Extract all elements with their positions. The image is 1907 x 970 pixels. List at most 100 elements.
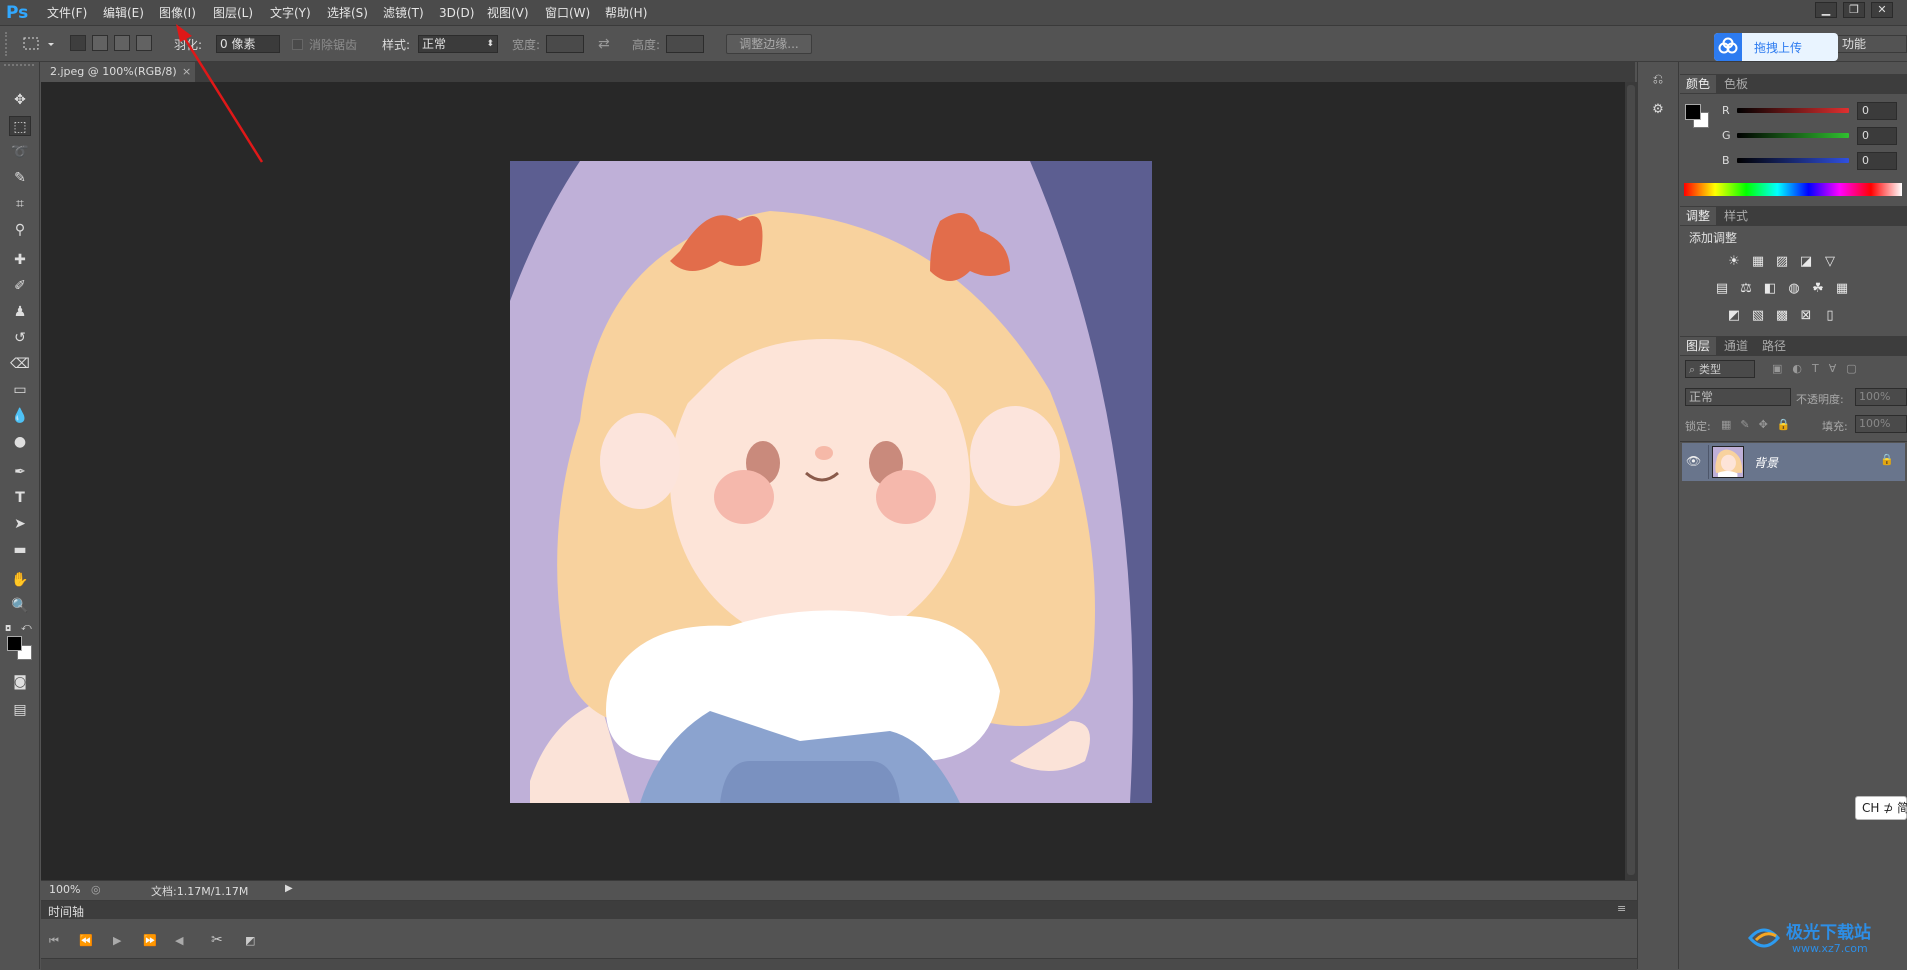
style-select[interactable]: 正常 ⬍ (418, 35, 498, 53)
menu-window[interactable]: 窗口(W) (545, 4, 590, 22)
tab-color[interactable]: 颜色 (1680, 75, 1717, 93)
menu-filter[interactable]: 滤镜(T) (383, 4, 424, 22)
color-panel-foreground-swatch[interactable] (1685, 104, 1701, 120)
layer-filter-select[interactable]: ⌕ 类型 (1685, 360, 1755, 378)
menu-3d[interactable]: 3D(D) (439, 4, 474, 22)
split-icon[interactable]: ✂ (211, 932, 223, 948)
brightness-contrast-icon[interactable]: ☀ (1726, 255, 1742, 269)
add-selection-mode-icon[interactable] (92, 35, 108, 51)
color-spectrum-ramp[interactable] (1684, 183, 1902, 196)
type-tool-icon[interactable]: T (9, 488, 31, 508)
baidu-upload-widget[interactable]: 拖拽上传 (1714, 33, 1838, 61)
hue-saturation-icon[interactable]: ▤ (1714, 282, 1730, 296)
gradient-map-icon[interactable]: ▯ (1822, 309, 1838, 323)
ime-indicator[interactable]: CH ⊅ 简 (1855, 796, 1907, 820)
channel-b-slider[interactable] (1737, 158, 1849, 163)
channel-g-slider[interactable] (1737, 133, 1849, 138)
invert-icon[interactable]: ◩ (1726, 309, 1742, 323)
first-frame-icon[interactable]: ⏮ (49, 934, 59, 948)
pen-tool-icon[interactable]: ✒ (9, 462, 31, 482)
timeline-menu-icon[interactable]: ≡ (1617, 902, 1626, 915)
channel-r-value[interactable]: 0 (1857, 102, 1897, 120)
height-input[interactable] (666, 35, 704, 53)
healing-brush-tool-icon[interactable]: ✚ (9, 250, 31, 270)
tab-channels[interactable]: 通道 (1718, 337, 1754, 355)
move-tool-icon[interactable]: ✥ (9, 90, 31, 110)
visibility-eye-icon[interactable]: 👁 (1686, 454, 1701, 468)
clone-stamp-tool-icon[interactable]: ♟ (9, 302, 31, 322)
channel-b-value[interactable]: 0 (1857, 152, 1897, 170)
play-icon[interactable]: ▶ (113, 934, 121, 947)
zoom-level[interactable]: 100% (49, 883, 80, 896)
tab-adjustments[interactable]: 调整 (1680, 207, 1717, 225)
quick-select-tool-icon[interactable]: ✎ (9, 168, 31, 188)
history-panel-icon[interactable]: ⎌ (1644, 72, 1672, 94)
close-window-button[interactable]: ✕ (1871, 2, 1893, 18)
tab-paths[interactable]: 路径 (1756, 337, 1792, 355)
history-brush-tool-icon[interactable]: ↺ (9, 328, 31, 348)
menu-edit[interactable]: 编辑(E) (103, 4, 144, 22)
transition-icon[interactable]: ◩ (245, 934, 255, 947)
menu-type[interactable]: 文字(Y) (270, 4, 311, 22)
tab-swatches[interactable]: 色板 (1718, 75, 1754, 93)
foreground-color-swatch[interactable] (7, 636, 22, 651)
gradient-tool-icon[interactable]: ▭ (9, 380, 31, 400)
swap-colors-icon[interactable]: ⤺ (21, 622, 32, 633)
default-colors-icon[interactable]: ◘ (5, 624, 15, 633)
threshold-icon[interactable]: ▩ (1774, 309, 1790, 323)
quick-mask-icon[interactable]: ◙ (9, 672, 31, 692)
layer-row[interactable]: 👁 背景 🔒 (1682, 443, 1905, 481)
dodge-tool-icon[interactable]: ● (9, 432, 31, 452)
tab-layers[interactable]: 图层 (1680, 337, 1717, 355)
new-selection-mode-icon[interactable] (70, 35, 86, 51)
menu-view[interactable]: 视图(V) (487, 4, 529, 22)
hand-tool-icon[interactable]: ✋ (9, 570, 31, 590)
intersect-selection-mode-icon[interactable] (136, 35, 152, 51)
channel-mixer-icon[interactable]: ☘ (1810, 282, 1826, 296)
menu-select[interactable]: 选择(S) (327, 4, 368, 22)
scrollbar-thumb[interactable] (1627, 85, 1635, 875)
restore-button[interactable]: ❐ (1843, 2, 1865, 18)
curves-icon[interactable]: ▨ (1774, 255, 1790, 269)
layer-name[interactable]: 背景 (1754, 454, 1778, 471)
width-input[interactable] (546, 35, 584, 53)
eraser-tool-icon[interactable]: ⌫ (9, 354, 31, 374)
tool-preset-picker[interactable] (20, 35, 58, 53)
levels-icon[interactable]: ▦ (1750, 255, 1766, 269)
document-image[interactable] (510, 161, 1152, 803)
crop-tool-icon[interactable]: ⌗ (9, 194, 31, 214)
next-frame-icon[interactable]: ⏩ (143, 934, 157, 947)
lock-icons[interactable]: ▦✎✥🔒 (1721, 418, 1800, 431)
blend-mode-select[interactable]: 正常 (1685, 388, 1791, 406)
posterize-icon[interactable]: ▧ (1750, 309, 1766, 323)
selective-color-icon[interactable]: ⊠ (1798, 309, 1814, 323)
minimize-button[interactable]: ▁ (1815, 2, 1837, 18)
brush-tool-icon[interactable]: ✐ (9, 276, 31, 296)
tab-styles[interactable]: 样式 (1718, 207, 1754, 225)
screen-mode-icon[interactable]: ▤ (9, 700, 31, 720)
black-white-icon[interactable]: ◧ (1762, 282, 1778, 296)
path-select-tool-icon[interactable]: ➤ (9, 514, 31, 534)
antialias-checkbox[interactable] (292, 39, 303, 50)
audio-icon[interactable]: ◀ (175, 934, 183, 947)
menu-file[interactable]: 文件(F) (47, 4, 87, 22)
fill-input[interactable]: 100% (1855, 415, 1907, 433)
channel-r-slider[interactable] (1737, 108, 1849, 113)
lasso-tool-icon[interactable]: ➰ (9, 142, 31, 162)
photo-filter-icon[interactable]: ◍ (1786, 282, 1802, 296)
channel-g-value[interactable]: 0 (1857, 127, 1897, 145)
refine-edge-button[interactable]: 调整边缘... (726, 34, 812, 54)
menu-help[interactable]: 帮助(H) (605, 4, 647, 22)
color-balance-icon[interactable]: ⚖ (1738, 282, 1754, 296)
eyedropper-tool-icon[interactable]: ⚲ (9, 220, 31, 240)
opacity-input[interactable]: 100% (1855, 388, 1907, 406)
exposure-icon[interactable]: ◪ (1798, 255, 1814, 269)
status-menu-arrow-icon[interactable]: ▶ (285, 883, 293, 894)
vibrance-icon[interactable]: ▽ (1822, 255, 1838, 269)
color-lookup-icon[interactable]: ▦ (1834, 282, 1850, 296)
swap-dimensions-icon[interactable]: ⇄ (598, 36, 610, 52)
properties-panel-icon[interactable]: ⚙ (1644, 102, 1672, 124)
layer-filter-icons[interactable]: ▣◐TⱯ▢ (1772, 362, 1867, 375)
prev-frame-icon[interactable]: ⏪ (79, 934, 93, 947)
status-info-icon[interactable]: ◎ (91, 883, 101, 896)
